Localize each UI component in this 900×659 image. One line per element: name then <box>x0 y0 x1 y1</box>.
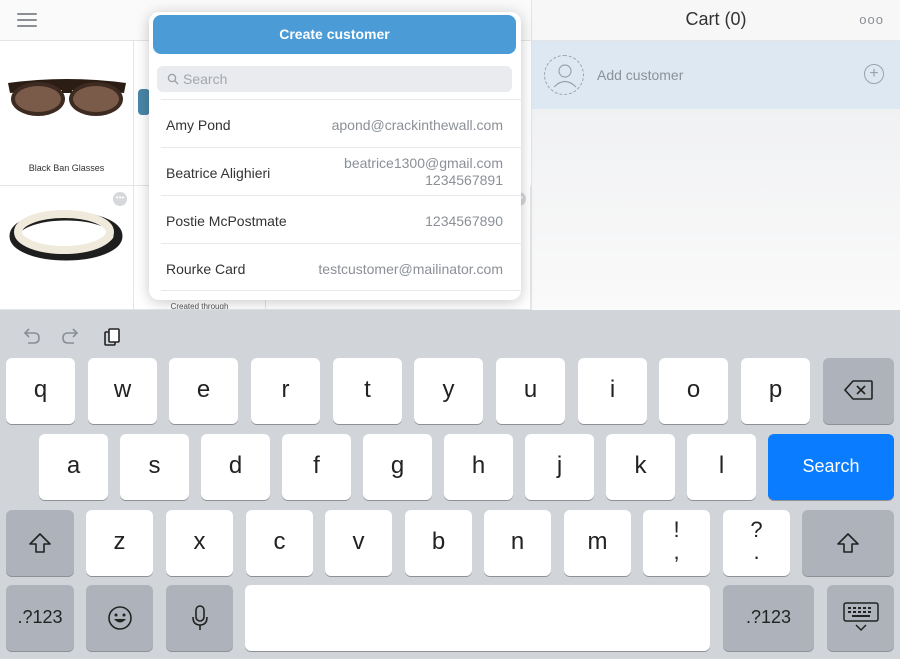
key-exclamation-comma[interactable]: ! , <box>643 510 710 576</box>
key-p[interactable]: p <box>741 358 810 424</box>
product-name: Created through <box>170 302 229 310</box>
search-icon <box>167 73 179 85</box>
redo-icon[interactable] <box>60 327 82 347</box>
add-customer-row[interactable]: Add customer + <box>532 41 900 109</box>
delete-key[interactable] <box>823 358 894 424</box>
key-question-period[interactable]: ? . <box>723 510 790 576</box>
key-x[interactable]: x <box>166 510 233 576</box>
key-top-char: ? <box>750 517 763 542</box>
key-l[interactable]: l <box>687 434 756 500</box>
key-g[interactable]: g <box>363 434 432 500</box>
add-customer-label: Add customer <box>597 67 684 83</box>
key-w[interactable]: w <box>88 358 157 424</box>
sunglasses-image <box>8 79 126 116</box>
key-y[interactable]: y <box>414 358 483 424</box>
shift-key-right[interactable] <box>802 510 894 576</box>
customer-search-input[interactable] <box>183 66 503 92</box>
product-tile[interactable] <box>134 41 150 186</box>
product-name: Black Ban Glasses <box>28 163 105 173</box>
key-f[interactable]: f <box>282 434 351 500</box>
customer-email: apond@crackinthewall.com <box>331 117 503 133</box>
key-h[interactable]: h <box>444 434 513 500</box>
customer-contact: beatrice1300@gmail.com 1234567891 <box>344 155 503 189</box>
key-j[interactable]: j <box>525 434 594 500</box>
avatar-icon <box>544 55 584 95</box>
cart-header: Cart (0) ooo <box>532 0 900 41</box>
microphone-icon <box>191 605 208 630</box>
customer-phone: 1234567890 <box>425 213 503 229</box>
customer-name: Rourke Card <box>166 261 246 277</box>
bracelet-image <box>9 210 123 261</box>
hide-keyboard-key[interactable] <box>827 585 894 651</box>
customer-name: Amy Pond <box>166 117 231 133</box>
search-key[interactable]: Search <box>768 434 894 500</box>
cart-title: Cart (0) <box>685 9 747 29</box>
customer-phone: 1234567891 <box>425 172 503 188</box>
numbers-key-right[interactable]: .?123 <box>723 585 814 651</box>
key-top-char: ! <box>673 517 680 542</box>
key-bottom-char: , <box>673 539 680 564</box>
key-d[interactable]: d <box>201 434 270 500</box>
customer-list: Amy Pond apond@crackinthewall.com Beatri… <box>161 99 521 291</box>
space-bar[interactable] <box>245 585 710 651</box>
customer-row[interactable]: Amy Pond apond@crackinthewall.com <box>161 99 521 147</box>
customer-name: Beatrice Alighieri <box>166 165 271 181</box>
product-tile[interactable]: Black Ban Glasses <box>0 41 134 186</box>
key-r[interactable]: r <box>251 358 320 424</box>
key-v[interactable]: v <box>325 510 392 576</box>
key-e[interactable]: e <box>169 358 238 424</box>
shift-key-left[interactable] <box>6 510 74 576</box>
more-icon[interactable]: ••• <box>113 192 127 206</box>
more-options-icon[interactable]: ooo <box>859 12 884 27</box>
product-tile[interactable] <box>0 186 134 310</box>
key-c[interactable]: c <box>246 510 313 576</box>
customer-email: beatrice1300@gmail.com <box>344 155 503 171</box>
keyboard-hide-icon <box>842 602 879 632</box>
customer-row[interactable]: Beatrice Alighieri beatrice1300@gmail.co… <box>161 147 521 195</box>
shift-icon <box>29 533 51 553</box>
onscreen-keyboard: q w e r t y u i o p a s d f g h j k l Se… <box>0 310 900 659</box>
key-z[interactable]: z <box>86 510 153 576</box>
key-o[interactable]: o <box>659 358 728 424</box>
undo-icon[interactable] <box>20 327 42 347</box>
paste-icon[interactable] <box>101 327 123 347</box>
emoji-key[interactable] <box>86 585 153 651</box>
add-icon[interactable]: + <box>864 64 884 84</box>
key-u[interactable]: u <box>496 358 565 424</box>
numbers-key-left[interactable]: .?123 <box>6 585 74 651</box>
key-i[interactable]: i <box>578 358 647 424</box>
key-b[interactable]: b <box>405 510 472 576</box>
microphone-key[interactable] <box>166 585 233 651</box>
key-k[interactable]: k <box>606 434 675 500</box>
customer-picker-popover: Create customer Amy Pond apond@crackinth… <box>149 12 521 300</box>
key-q[interactable]: q <box>6 358 75 424</box>
customer-row[interactable]: Postie McPostmate 1234567890 <box>161 195 521 243</box>
create-customer-button[interactable]: Create customer <box>153 15 516 54</box>
customer-name: Postie McPostmate <box>166 213 287 229</box>
customer-email: testcustomer@mailinator.com <box>318 261 503 277</box>
menu-icon[interactable] <box>17 13 37 27</box>
key-n[interactable]: n <box>484 510 551 576</box>
cart-items-area <box>532 109 900 310</box>
shift-icon <box>837 533 859 553</box>
emoji-icon <box>107 606 132 630</box>
customer-search-box[interactable] <box>157 66 512 92</box>
key-m[interactable]: m <box>564 510 631 576</box>
customer-row[interactable]: Rourke Card testcustomer@mailinator.com <box>161 243 521 291</box>
key-a[interactable]: a <box>39 434 108 500</box>
key-bottom-char: . <box>753 539 760 564</box>
key-s[interactable]: s <box>120 434 189 500</box>
key-t[interactable]: t <box>333 358 402 424</box>
delete-icon <box>843 380 873 400</box>
